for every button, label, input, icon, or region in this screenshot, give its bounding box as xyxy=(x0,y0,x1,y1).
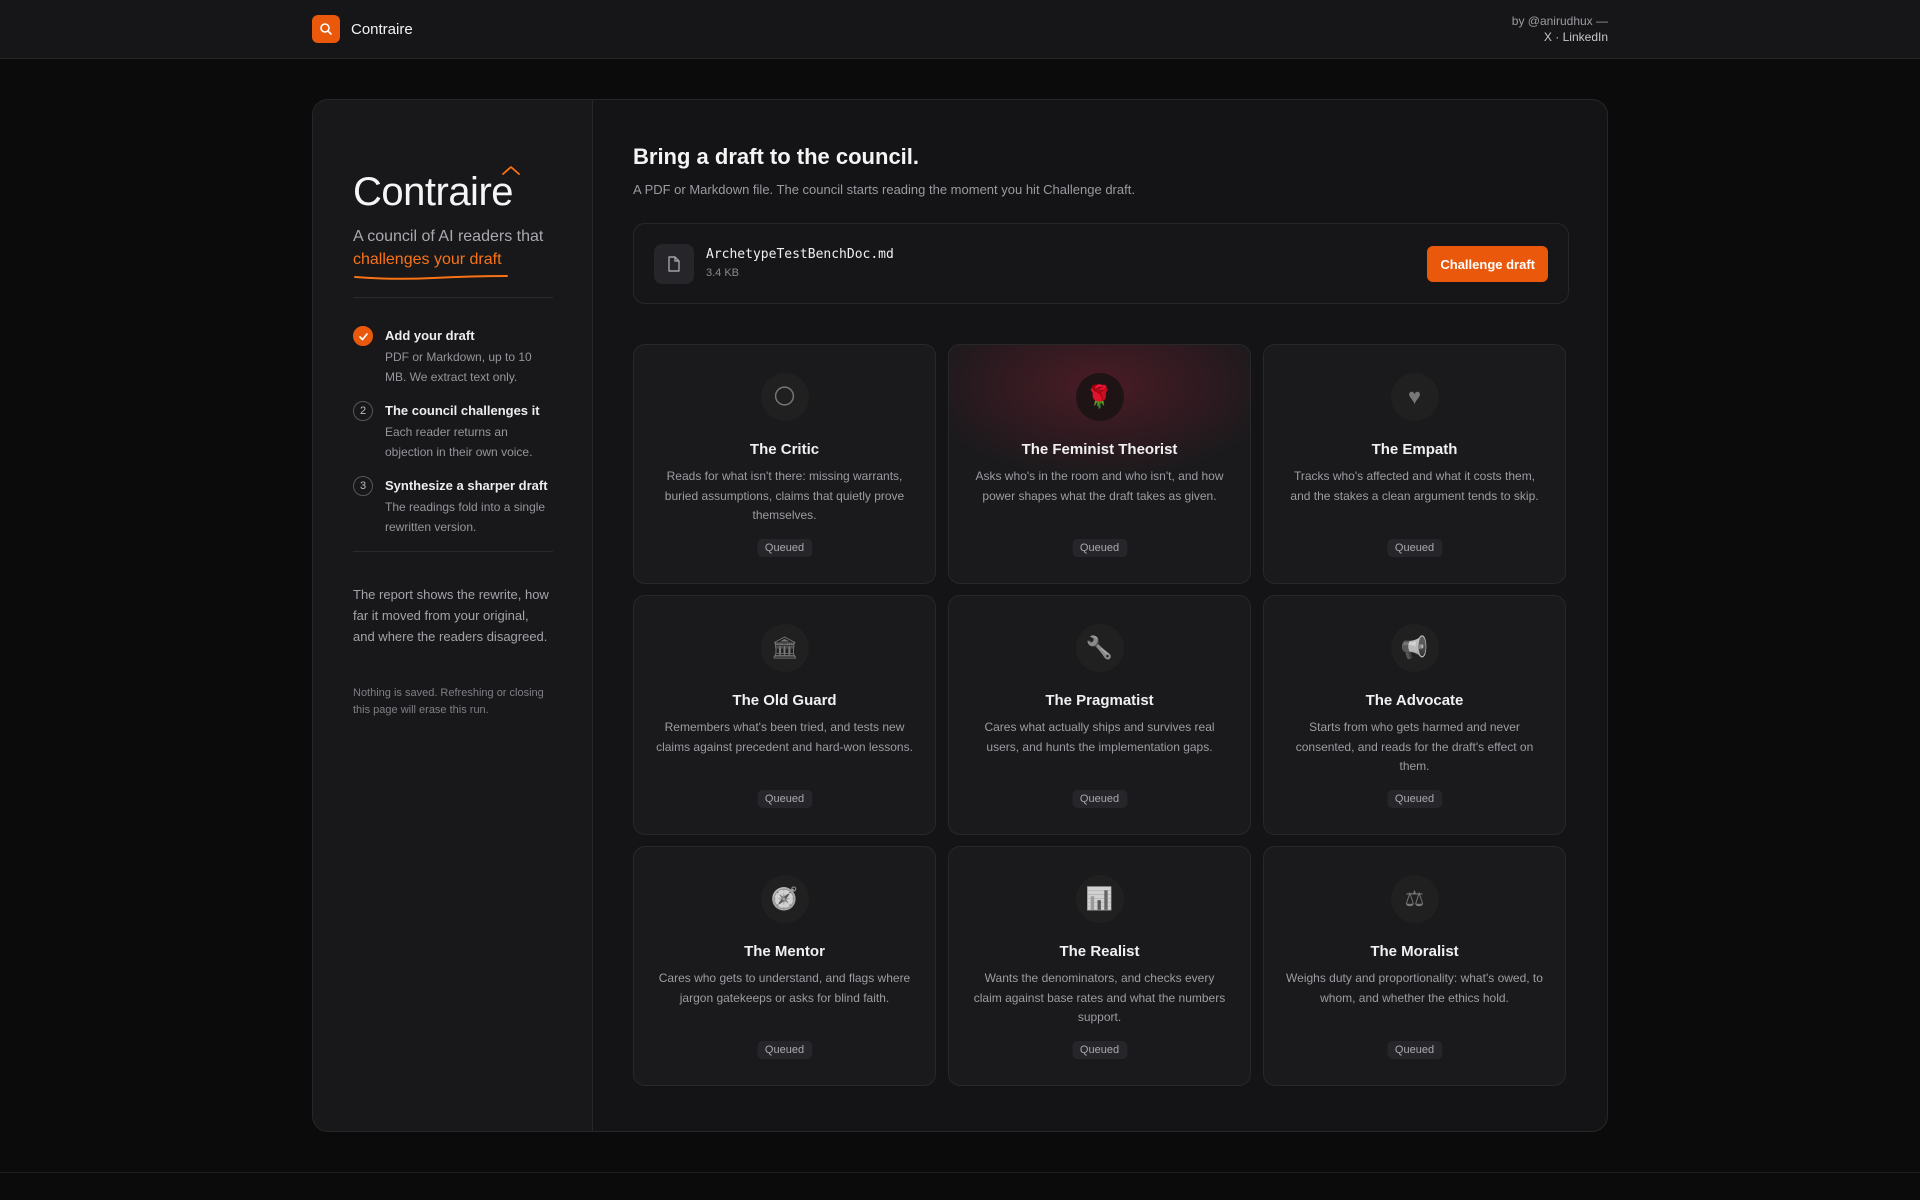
reader-description: Wants the denominators, and checks every… xyxy=(973,971,1226,1024)
page-title: Bring a draft to the council. xyxy=(633,144,920,169)
status-badge: Queued xyxy=(1386,539,1443,557)
caret-up-icon xyxy=(502,166,520,175)
reader-description: Tracks who's affected and what it costs … xyxy=(1290,469,1539,503)
reader-description: Remembers what's been tried, and tests n… xyxy=(656,720,913,754)
reader-name: The Old Guard xyxy=(732,692,837,709)
social-links: X · LinkedIn xyxy=(1512,29,1608,45)
reader-name: The Advocate xyxy=(1365,692,1464,709)
reader-description: Starts from who gets harmed and never co… xyxy=(1295,720,1534,773)
step-description: PDF or Markdown, up to 10 MB. We extract… xyxy=(385,350,532,384)
heart-icon: ♥ xyxy=(1390,373,1439,421)
file-size: 3.4 KB xyxy=(706,267,740,279)
classical-building-icon: 🏛 xyxy=(760,624,809,672)
wrench-icon: 🔧 xyxy=(1075,624,1124,672)
content-area: Bring a draft to the council. A PDF or M… xyxy=(633,144,1569,1086)
challenge-draft-button[interactable]: Challenge draft xyxy=(1427,246,1548,282)
step-synthesize: 3 Synthesize a sharper draft The reading… xyxy=(353,476,553,537)
author-credit: by @anirudhux — xyxy=(1511,14,1608,28)
top-bar: Contraire by @anirudhux — X · LinkedIn xyxy=(0,0,1920,59)
reader-name: The Realist xyxy=(1059,943,1140,960)
sidebar-logo: Contraire xyxy=(353,166,520,215)
linkedin-link[interactable]: LinkedIn xyxy=(1563,30,1608,44)
status-badge: Queued xyxy=(1386,790,1443,808)
tagline-accent: challenges your draft xyxy=(353,248,508,280)
file-icon xyxy=(654,244,694,284)
compass-icon: 🧭 xyxy=(760,875,809,923)
check-icon xyxy=(353,326,373,346)
step-description: The readings fold into a single rewritte… xyxy=(385,500,546,534)
reader-description: Cares what actually ships and survives r… xyxy=(984,720,1215,754)
step-title: Add your draft xyxy=(385,328,475,343)
step-number: 3 xyxy=(353,476,373,496)
main-panel: Contraire A council of AI readers that c… xyxy=(312,99,1608,1132)
sidebar: Contraire A council of AI readers that c… xyxy=(313,100,593,1131)
byline: by @anirudhux — X · LinkedIn xyxy=(1512,13,1608,45)
brand[interactable]: Contraire xyxy=(312,15,413,43)
status-badge: Queued xyxy=(756,539,813,557)
reader-name: The Moralist xyxy=(1370,943,1459,960)
privacy-note: Nothing is saved. Refreshing or closing … xyxy=(353,687,544,716)
link-separator: · xyxy=(1555,30,1560,44)
reader-card[interactable]: 🔧 The Pragmatist Cares what actually ships… xyxy=(948,595,1251,835)
step-description: Each reader returns an objection in thei… xyxy=(385,425,533,459)
scales-icon: ⚖ xyxy=(1390,875,1439,923)
reader-name: The Feminist Theorist xyxy=(1021,441,1178,458)
file-name: ArchetypeTestBenchDoc.md xyxy=(706,247,894,262)
file-dropzone[interactable]: ArchetypeTestBenchDoc.md 3.4 KB Challeng… xyxy=(633,223,1569,304)
reader-grid: 🌕 The Critic Reads for what isn't there: m… xyxy=(633,344,1569,1086)
reader-description: Reads for what isn't there: missing warr… xyxy=(664,469,905,522)
reader-name: The Empath xyxy=(1371,441,1458,458)
step-title: The council challenges it xyxy=(385,403,540,418)
bar-chart-icon: 📊 xyxy=(1075,875,1124,923)
page-subtitle: A PDF or Markdown file. The council star… xyxy=(633,182,1135,197)
reader-name: The Mentor xyxy=(744,943,825,960)
reader-name: The Critic xyxy=(749,441,820,458)
x-link[interactable]: X xyxy=(1544,30,1552,44)
status-badge: Queued xyxy=(1386,1041,1443,1059)
rose-icon: 🌹 xyxy=(1075,373,1124,421)
step-add-draft: Add your draft PDF or Markdown, up to 10… xyxy=(353,326,553,387)
reader-card[interactable]: 🏛 The Old Guard Remembers what's been trie… xyxy=(633,595,936,835)
brand-logo-icon xyxy=(312,15,340,43)
reader-card[interactable]: 🧭 The Mentor Cares who gets to understand,… xyxy=(633,846,936,1086)
brand-name: Contraire xyxy=(351,20,413,38)
reader-card[interactable]: 📊 The Realist Wants the denominators, and … xyxy=(948,846,1251,1086)
tagline: A council of AI readers that challenges … xyxy=(353,225,553,280)
status-badge: Queued xyxy=(1071,539,1128,557)
megaphone-icon: 📢 xyxy=(1390,624,1439,672)
reader-description: Weighs duty and proportionality: what's … xyxy=(1286,971,1543,1005)
reader-name: The Pragmatist xyxy=(1045,692,1154,709)
status-badge: Queued xyxy=(756,790,813,808)
reader-card[interactable]: 📢 The Advocate Starts from who gets harmed… xyxy=(1263,595,1566,835)
status-badge: Queued xyxy=(1071,790,1128,808)
reader-description: Cares who gets to understand, and flags … xyxy=(658,971,911,1005)
report-note: The report shows the rewrite, how far it… xyxy=(353,587,549,644)
status-badge: Queued xyxy=(1071,1041,1128,1059)
reader-card[interactable]: 🌹 The Feminist Theorist Asks who's in the … xyxy=(948,344,1251,584)
step-council-challenges: 2 The council challenges it Each reader … xyxy=(353,401,553,462)
reader-card[interactable]: 🌕 The Critic Reads for what isn't there: m… xyxy=(633,344,936,584)
reader-card[interactable]: ♥ The Empath Tracks who's affected and wha… xyxy=(1263,344,1566,584)
reader-card[interactable]: ⚖ The Moralist Weighs duty and proportiona… xyxy=(1263,846,1566,1086)
status-badge: Queued xyxy=(756,1041,813,1059)
hand-drawn-underline-icon xyxy=(354,275,508,280)
sidebar-divider xyxy=(353,551,553,552)
moon-icon: 🌕 xyxy=(760,373,809,421)
steps-list: Add your draft PDF or Markdown, up to 10… xyxy=(353,326,553,537)
sidebar-divider xyxy=(353,297,553,298)
reader-description: Asks who's in the room and who isn't, an… xyxy=(975,469,1224,503)
step-number: 2 xyxy=(353,401,373,421)
step-title: Synthesize a sharper draft xyxy=(385,478,548,493)
footer-divider xyxy=(0,1172,1920,1173)
